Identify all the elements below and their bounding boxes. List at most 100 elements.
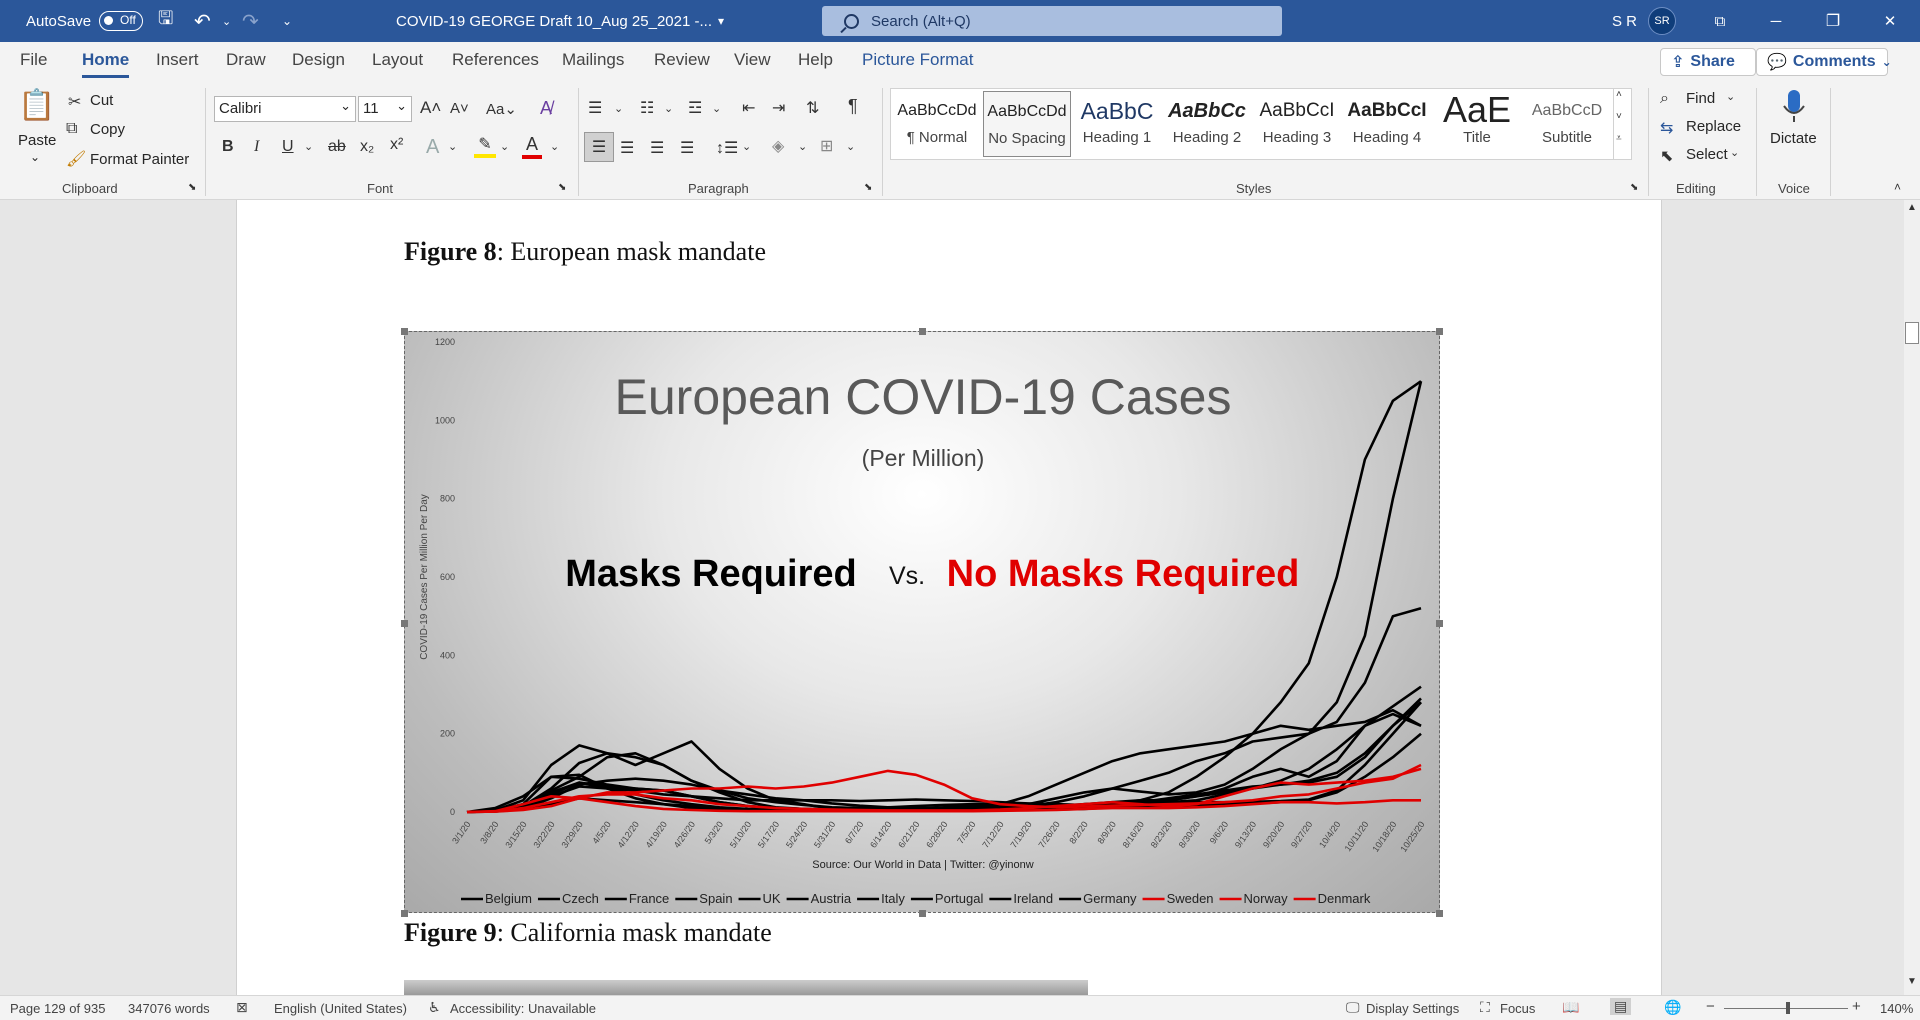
tab-file[interactable]: File xyxy=(20,50,47,70)
autosave-toggle[interactable]: Off xyxy=(99,11,144,31)
gallery-more-icon[interactable]: ⩡ xyxy=(1616,133,1622,144)
paste-button[interactable]: Paste xyxy=(18,132,56,149)
style-normal[interactable]: AaBbCcDd ¶ Normal xyxy=(893,91,981,157)
change-case-icon[interactable]: Aa⌄ xyxy=(486,100,517,118)
tab-review[interactable]: Review xyxy=(654,50,710,70)
grow-font-icon[interactable]: A˄ xyxy=(420,98,441,118)
cut-button[interactable]: Cut xyxy=(90,92,113,109)
collapse-ribbon-icon[interactable]: ˄ xyxy=(1894,180,1901,194)
tab-references[interactable]: References xyxy=(452,50,539,70)
paragraph-launcher-icon[interactable]: ⬊ xyxy=(864,182,872,193)
replace-button[interactable]: Replace xyxy=(1686,118,1741,135)
resize-handle[interactable] xyxy=(1436,620,1443,627)
scroll-down-icon[interactable]: ▼ xyxy=(1906,976,1918,987)
numbering-icon[interactable]: ☷ xyxy=(640,98,654,118)
paste-icon[interactable]: 📋 xyxy=(18,88,56,128)
restore-icon[interactable]: ❐ xyxy=(1805,0,1861,42)
style-heading-2[interactable]: AaBbCc Heading 2 xyxy=(1163,91,1251,157)
multilevel-dropdown-icon[interactable]: ⌄ xyxy=(712,102,721,115)
vertical-scrollbar[interactable]: ▲ ▼ xyxy=(1904,200,1920,995)
decrease-indent-icon[interactable]: ⇤ xyxy=(742,98,755,118)
language[interactable]: English (United States) xyxy=(274,1001,407,1016)
undo-dropdown-icon[interactable]: ⌄ xyxy=(222,0,231,42)
increase-indent-icon[interactable]: ⇥ xyxy=(772,98,785,118)
resize-handle[interactable] xyxy=(1436,910,1443,917)
zoom-out-icon[interactable]: − xyxy=(1706,998,1715,1015)
replace-icon[interactable]: ⇆ xyxy=(1660,118,1673,138)
multilevel-list-icon[interactable]: ☲ xyxy=(688,98,702,118)
dictate-button[interactable]: Dictate xyxy=(1770,130,1817,147)
format-painter-icon[interactable]: 🖌 xyxy=(66,149,86,169)
select-dropdown-icon[interactable]: ⌄ xyxy=(1730,146,1739,159)
copy-button[interactable]: Copy xyxy=(90,121,125,138)
scroll-up-icon[interactable]: ▲ xyxy=(1906,202,1918,213)
style-heading-4[interactable]: AaBbCcI Heading 4 xyxy=(1343,91,1431,157)
minimize-icon[interactable]: ─ xyxy=(1748,0,1804,42)
sort-icon[interactable]: ⇅ xyxy=(806,98,819,118)
proofing-icon[interactable]: ⊠ xyxy=(236,999,248,1016)
find-icon[interactable]: ⌕ xyxy=(1660,90,1669,108)
undo-icon[interactable]: ↶ xyxy=(194,0,211,42)
align-right-icon[interactable]: ☰ xyxy=(650,138,664,158)
find-button[interactable]: Find xyxy=(1686,90,1715,107)
comments-button[interactable]: 💬 Comments ⌄ xyxy=(1756,48,1892,76)
align-center-icon[interactable]: ☰ xyxy=(620,138,634,158)
scroll-thumb[interactable] xyxy=(1905,322,1919,344)
tab-mailings[interactable]: Mailings xyxy=(562,50,624,70)
resize-handle[interactable] xyxy=(919,328,926,335)
style-subtitle[interactable]: AaBbCcD Subtitle xyxy=(1523,91,1611,157)
gallery-down-icon[interactable]: ˅ xyxy=(1616,111,1622,122)
microphone-icon[interactable] xyxy=(1780,88,1808,124)
underline-dropdown-icon[interactable]: ⌄ xyxy=(304,140,313,153)
bold-icon[interactable]: B xyxy=(222,138,234,156)
avatar[interactable]: SR xyxy=(1648,7,1676,35)
paste-dropdown-icon[interactable]: ⌄ xyxy=(30,150,40,164)
resize-handle[interactable] xyxy=(1436,328,1443,335)
superscript-icon[interactable]: x² xyxy=(390,136,403,154)
bullets-icon[interactable]: ☰ xyxy=(588,98,602,118)
display-settings-button[interactable]: Display Settings xyxy=(1366,1001,1459,1016)
justify-icon[interactable]: ☰ xyxy=(680,138,694,158)
italic-icon[interactable]: I xyxy=(254,138,259,156)
account-control[interactable]: SR xyxy=(1648,0,1676,42)
resize-handle[interactable] xyxy=(919,910,926,917)
close-icon[interactable]: ✕ xyxy=(1862,0,1918,42)
customize-qat-icon[interactable]: ⌄ xyxy=(282,0,292,42)
title-dropdown-icon[interactable]: ▾ xyxy=(718,0,724,42)
select-button[interactable]: Select xyxy=(1686,146,1728,163)
read-mode-icon[interactable]: 📖 xyxy=(1562,999,1579,1016)
font-name-dropdown[interactable]: Calibri xyxy=(214,94,356,122)
align-left-icon[interactable]: ☰ xyxy=(584,132,614,162)
tab-design[interactable]: Design xyxy=(292,50,345,70)
font-launcher-icon[interactable]: ⬊ xyxy=(558,182,566,193)
shading-dropdown-icon[interactable]: ⌄ xyxy=(798,140,807,153)
highlight-dropdown-icon[interactable]: ⌄ xyxy=(500,140,509,153)
line-spacing-dropdown-icon[interactable]: ⌄ xyxy=(742,140,751,153)
select-icon[interactable]: ⬉ xyxy=(1660,146,1673,166)
redo-icon[interactable]: ↷ xyxy=(242,0,259,42)
line-spacing-icon[interactable]: ↕☰ xyxy=(716,138,738,158)
clear-formatting-icon[interactable]: A̸ xyxy=(540,98,552,119)
style-heading-1[interactable]: AaBbC Heading 1 xyxy=(1073,91,1161,157)
bullets-dropdown-icon[interactable]: ⌄ xyxy=(614,102,623,115)
tab-layout[interactable]: Layout xyxy=(372,50,423,70)
font-size-dropdown[interactable]: 11 xyxy=(358,94,412,122)
web-layout-icon[interactable]: 🌐 xyxy=(1664,999,1681,1016)
zoom-slider-thumb[interactable] xyxy=(1786,1002,1790,1014)
accessibility-status[interactable]: Accessibility: Unavailable xyxy=(450,1001,596,1016)
text-effects-dropdown-icon[interactable]: ⌄ xyxy=(448,140,457,153)
text-effects-icon[interactable]: A xyxy=(426,136,439,159)
underline-icon[interactable]: U xyxy=(282,138,294,156)
copy-icon[interactable]: ⧉ xyxy=(66,120,77,138)
focus-button[interactable]: Focus xyxy=(1500,1001,1535,1016)
font-color-icon[interactable]: A xyxy=(522,134,542,159)
cut-icon[interactable]: ✂ xyxy=(68,92,81,112)
style-no-spacing[interactable]: AaBbCcDd No Spacing xyxy=(983,91,1071,157)
resize-handle[interactable] xyxy=(401,910,408,917)
document-title[interactable]: COVID-19 GEORGE Draft 10_Aug 25_2021 -..… xyxy=(396,0,712,42)
tab-insert[interactable]: Insert xyxy=(156,50,199,70)
format-painter-button[interactable]: Format Painter xyxy=(90,151,189,168)
zoom-in-icon[interactable]: + xyxy=(1852,998,1861,1015)
subscript-icon[interactable]: x₂ xyxy=(360,138,374,156)
page-count[interactable]: Page 129 of 935 xyxy=(10,1001,105,1016)
